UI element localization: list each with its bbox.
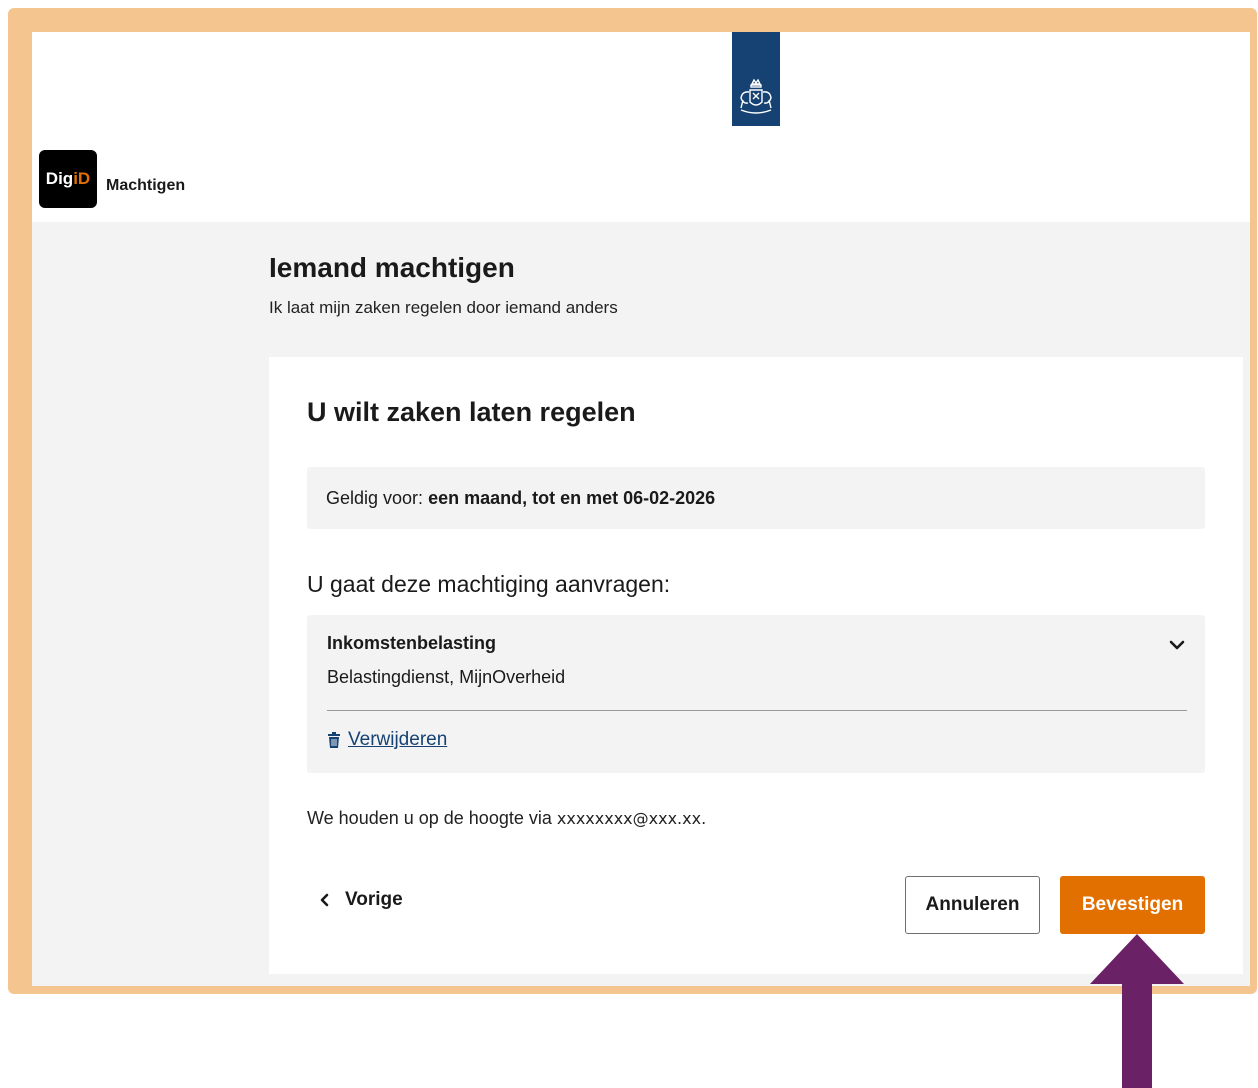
- validity-value: een maand, tot en met 06-02-2026: [428, 487, 716, 508]
- authorization-title: Inkomstenbelasting: [327, 633, 497, 653]
- rijksoverheid-crest-icon: [740, 78, 772, 114]
- digid-logo: Dig iD: [39, 150, 97, 208]
- validity-label: Geldig voor:: [326, 487, 424, 508]
- rijksoverheid-logo: [732, 32, 780, 126]
- back-button[interactable]: Vorige: [319, 889, 403, 911]
- request-heading: U gaat deze machtiging aanvragen:: [307, 571, 671, 597]
- accordion-divider: [327, 710, 1187, 711]
- authorization-providers: Belastingdienst, MijnOverheid: [327, 667, 566, 687]
- cancel-button[interactable]: Annuleren: [905, 876, 1040, 934]
- browser-screen: Dig iD Machtigen Iemand machtigen Ik laat…: [32, 32, 1250, 986]
- trash-icon: [328, 732, 340, 748]
- notification-email: xxxxxxxx@xxx.xx.: [556, 809, 707, 828]
- top-header: Dig iD Machtigen: [32, 32, 1250, 222]
- notification-text: We houden u op de hoogte via xxxxxxxx@xx…: [307, 808, 706, 829]
- notification-prefix: We houden u op de hoogte via: [307, 808, 552, 828]
- page-subtitle: Ik laat mijn zaken regelen door iemand a…: [269, 298, 618, 317]
- page-title: Iemand machtigen: [269, 252, 515, 283]
- app-name: Machtigen: [106, 177, 186, 194]
- chevron-left-icon: [320, 893, 329, 907]
- chevron-down-icon[interactable]: [1167, 635, 1187, 655]
- digid-logo-text-orange: iD: [73, 169, 91, 188]
- arrow-up-icon: [1090, 934, 1184, 1088]
- card-title: U wilt zaken laten regelen: [307, 397, 636, 427]
- remove-authorization-link[interactable]: Verwijderen: [327, 729, 447, 751]
- back-button-label: Vorige: [345, 889, 403, 910]
- confirmation-card: U wilt zaken laten regelen Geldig voor: …: [269, 357, 1243, 974]
- highlight-frame: Dig iD Machtigen Iemand machtigen Ik laat…: [8, 8, 1257, 994]
- confirm-button[interactable]: Bevestigen: [1060, 876, 1205, 934]
- digid-logo-text-white: Dig: [45, 169, 74, 188]
- validity-box: Geldig voor: een maand, tot en met 06-02…: [307, 467, 1205, 529]
- authorization-accordion: Inkomstenbelasting Belastingdienst, Mijn…: [307, 615, 1205, 773]
- remove-authorization-label: Verwijderen: [348, 729, 448, 750]
